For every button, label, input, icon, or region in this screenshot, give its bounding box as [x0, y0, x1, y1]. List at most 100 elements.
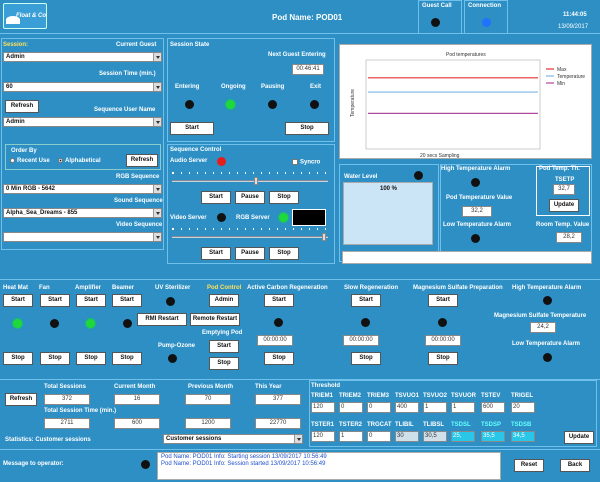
rmi-restart-button[interactable]: RMI Restart — [137, 313, 187, 326]
fan-label: Fan — [39, 285, 50, 291]
state-entering-label: Entering — [175, 84, 200, 90]
amplifier-start-button[interactable]: Start — [76, 294, 106, 307]
video-pause-button[interactable]: Pause — [235, 247, 265, 260]
chart-legend: MaxTemperatureMin — [546, 67, 585, 87]
beamer-stop-button[interactable]: Stop — [112, 352, 142, 365]
threshold-field-label: TSDSL — [451, 422, 471, 428]
order-by-label: Order By — [11, 148, 37, 154]
video-start-button[interactable]: Start — [201, 247, 231, 260]
session-time-select[interactable]: 60 — [3, 82, 162, 92]
mag-prep-start-button[interactable]: Start — [428, 294, 458, 307]
audio-slider-thumb[interactable] — [254, 177, 258, 185]
statistics-select[interactable]: Customer sessions — [163, 434, 303, 444]
threshold-field-input[interactable]: 600 — [481, 402, 505, 413]
remote-restart-button[interactable]: Remote Restart — [190, 313, 240, 326]
threshold-field-label: TLIBIL — [395, 422, 414, 428]
chevron-down-icon — [156, 212, 160, 215]
high-temp-alarm-label: High Temperature Alarm — [441, 166, 511, 172]
threshold-field-input[interactable]: 1 — [423, 402, 447, 413]
water-level-indicator — [414, 171, 423, 180]
threshold-field-input[interactable]: 120 — [311, 431, 335, 442]
audio-slider[interactable] — [172, 177, 328, 185]
slow-regen-label: Slow Regeneration — [344, 285, 399, 291]
admin-button[interactable]: Admin — [209, 294, 239, 307]
session-label: Session: — [3, 42, 29, 48]
acr-stop-button[interactable]: Stop — [264, 352, 294, 365]
low-temp-alarm-indicator — [471, 234, 480, 243]
this-year-label: This Year — [255, 384, 282, 390]
video-slider-thumb[interactable] — [322, 233, 326, 241]
beamer-indicator — [123, 319, 132, 328]
total-sessions-label: Total Sessions — [44, 384, 86, 390]
state-exit-label: Exit — [310, 84, 322, 90]
radio-selected-icon — [58, 158, 63, 163]
threshold-field-input[interactable]: 120 — [311, 402, 335, 413]
heat-mat-indicator — [13, 319, 22, 328]
sound-seq-select[interactable]: Alpha_Sea_Dreams - 855 — [3, 208, 162, 218]
emptying-pod-stop-button[interactable]: Stop — [209, 357, 239, 370]
legend-entry: Min — [557, 81, 565, 87]
mag-temp-label: Magnesium Sulfate Temperature — [494, 313, 587, 319]
slow-regen-stop-button[interactable]: Stop — [351, 352, 381, 365]
threshold-field-input[interactable]: 400 — [395, 402, 419, 413]
threshold-field-input[interactable]: 1 — [451, 402, 475, 413]
refresh-order-button[interactable]: Refresh — [126, 154, 158, 167]
emptying-pod-start-button[interactable]: Start — [209, 340, 239, 353]
pump-ozone-indicator — [168, 354, 177, 363]
audio-stop-button[interactable]: Stop — [269, 191, 299, 204]
threshold-field-input[interactable]: 20 — [511, 402, 535, 413]
fan-stop-button[interactable]: Stop — [40, 352, 70, 365]
audio-pause-button[interactable]: Pause — [235, 191, 265, 204]
beamer-start-button[interactable]: Start — [112, 294, 142, 307]
checkbox-icon — [292, 159, 298, 165]
tsetp-update-button[interactable]: Update — [549, 199, 579, 212]
audio-server-label: Audio Server — [170, 158, 208, 164]
audio-start-button[interactable]: Start — [201, 191, 231, 204]
threshold-field-input[interactable]: 35,5 — [481, 431, 505, 442]
current-guest-select[interactable]: Admin — [3, 52, 162, 62]
alphabetical-radio[interactable]: Alphabetical — [58, 158, 101, 165]
session-time-label: Session Time (min.) — [99, 71, 156, 77]
fan-start-button[interactable]: Start — [40, 294, 70, 307]
session-start-button[interactable]: Start — [170, 122, 214, 135]
threshold-field-input[interactable]: 30 — [395, 431, 419, 442]
video-seq-select[interactable] — [3, 232, 162, 242]
back-button[interactable]: Back — [560, 459, 590, 472]
radio-icon — [10, 158, 15, 163]
threshold-field-label: TSVUO1 — [395, 393, 420, 399]
amplifier-stop-button[interactable]: Stop — [76, 352, 106, 365]
clock-date: 13/09/2017 — [558, 24, 589, 30]
threshold-field-label: TRIGEL — [511, 393, 533, 399]
heat-mat-stop-button[interactable]: Stop — [3, 352, 33, 365]
refresh-button[interactable]: Refresh — [5, 100, 39, 113]
threshold-field-input[interactable]: 1 — [339, 431, 363, 442]
video-slider[interactable] — [172, 233, 328, 241]
syncro-checkbox[interactable]: Syncro — [292, 159, 320, 167]
temperature-chart: Pod temperatures Temperature 20 secs Sam… — [339, 44, 592, 159]
connection-indicator — [482, 18, 491, 27]
chart-xlabel: 20 secs Sampling — [420, 153, 460, 159]
pump-ozone-label: Pump-Ozone — [158, 343, 195, 349]
threshold-field-label: TSDSP — [481, 422, 502, 428]
acr-start-button[interactable]: Start — [264, 294, 294, 307]
mag-prep-stop-button[interactable]: Stop — [428, 352, 458, 365]
session-stop-button[interactable]: Stop — [285, 122, 329, 135]
threshold-field-input[interactable]: 0 — [367, 431, 391, 442]
threshold-field-input[interactable]: 30,5 — [423, 431, 447, 442]
video-stop-button[interactable]: Stop — [269, 247, 299, 260]
heat-mat-start-button[interactable]: Start — [3, 294, 33, 307]
threshold-field-input[interactable]: 0 — [339, 402, 363, 413]
threshold-field-input[interactable]: 34,5 — [511, 431, 535, 442]
threshold-field-label: TSTEV — [481, 393, 501, 399]
legend-entry: Max — [557, 67, 567, 73]
rgb-server-label: RGB Server — [236, 215, 270, 221]
stats-refresh-button[interactable]: Refresh — [5, 393, 37, 406]
seq-user-select[interactable]: Admin — [3, 117, 162, 127]
threshold-field-input[interactable]: 0 — [367, 402, 391, 413]
rgb-seq-select[interactable]: 0 Min RGB - 5642 — [3, 184, 162, 194]
threshold-update-button[interactable]: Update — [564, 431, 594, 444]
threshold-field-input[interactable]: 25, — [451, 431, 475, 442]
slow-regen-start-button[interactable]: Start — [351, 294, 381, 307]
recent-use-radio[interactable]: Recent Use — [10, 158, 50, 165]
reset-button[interactable]: Reset — [514, 459, 544, 472]
